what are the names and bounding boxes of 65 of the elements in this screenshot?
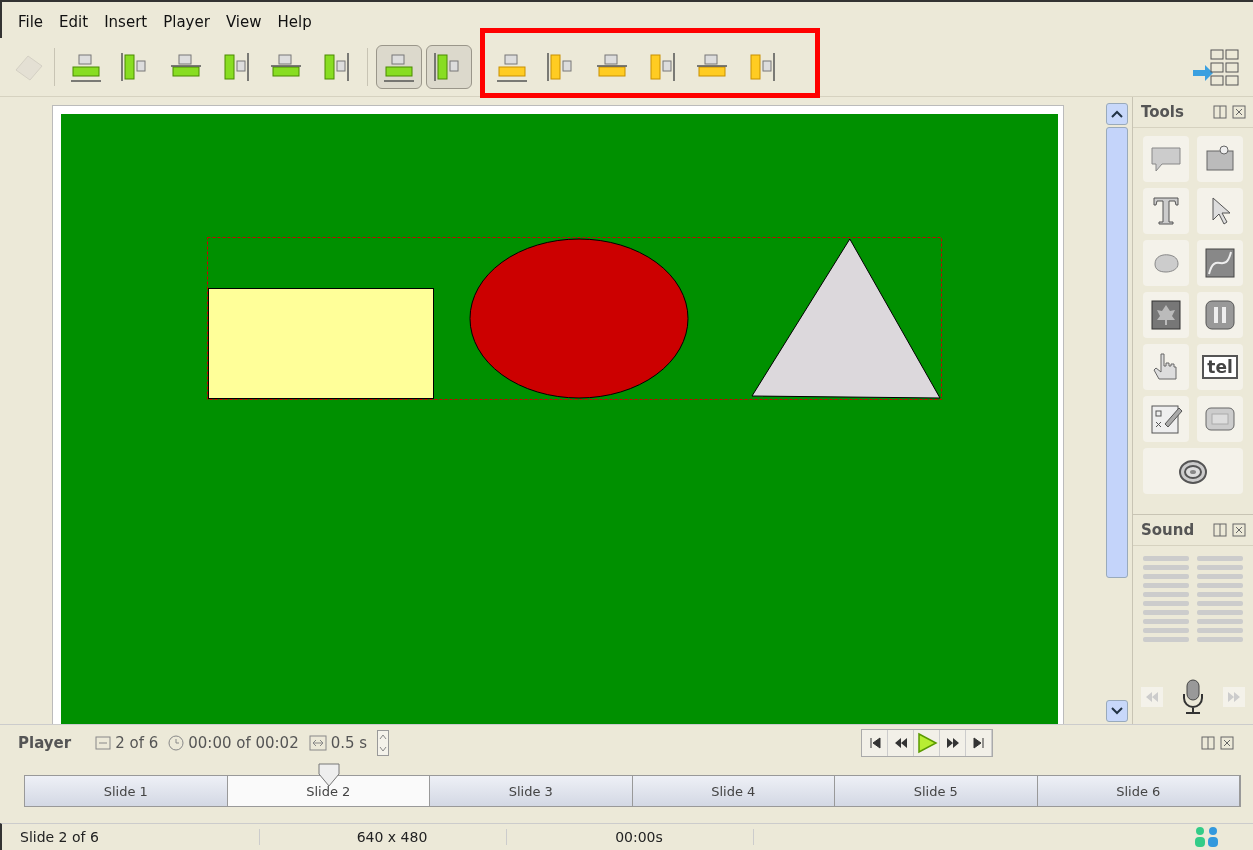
tool-button[interactable] (1143, 448, 1243, 494)
play-icon (915, 732, 938, 754)
status-text: Slide 2 of 6 (2, 829, 260, 845)
tool-button[interactable] (1197, 136, 1243, 182)
image-icon (1149, 298, 1183, 332)
panel-controls-icon[interactable] (1213, 105, 1247, 119)
skip-end-icon (972, 737, 985, 749)
align-button[interactable] (376, 45, 422, 89)
caret-down-icon (1111, 707, 1123, 715)
caret-up-icon (1111, 110, 1123, 118)
panel-title: Player (18, 734, 72, 752)
slide-icon (95, 736, 112, 750)
panel-title: Sound (1141, 521, 1195, 539)
align-button[interactable] (426, 45, 472, 89)
first-slide-button[interactable] (862, 730, 888, 756)
delay-value: 0.5 s (330, 734, 368, 752)
fast-forward-icon (1227, 691, 1241, 703)
rectangle-shape[interactable] (208, 288, 434, 399)
text-field-icon: tel (1202, 355, 1238, 379)
rewind-icon (893, 737, 908, 749)
status-text: 00:00s (507, 829, 754, 845)
tool-button[interactable] (1143, 188, 1189, 234)
scrollbar-thumb[interactable] (1106, 127, 1128, 578)
last-slide-button[interactable] (966, 730, 992, 756)
scroll-down-button[interactable] (1106, 700, 1128, 722)
menu-item[interactable]: Edit (53, 11, 95, 33)
spinner-icon[interactable] (377, 730, 390, 756)
curve-icon (1203, 246, 1237, 280)
microphone-icon[interactable] (1181, 678, 1205, 716)
scroll-up-button[interactable] (1106, 103, 1128, 125)
status-text: 640 x 480 (260, 829, 507, 845)
layout-arrow-icon[interactable] (1191, 46, 1241, 88)
slide-tab[interactable]: Slide 4 (632, 776, 835, 806)
width-icon (308, 735, 327, 751)
slide-tab[interactable]: Slide 2 (227, 776, 430, 806)
clock-icon (168, 735, 185, 751)
tool-button[interactable] (1197, 292, 1243, 338)
skip-start-icon (868, 737, 881, 749)
forward-button[interactable] (940, 730, 966, 756)
menu-item[interactable]: Player (157, 11, 216, 33)
time-display: 00:00 of 00:02 (188, 734, 299, 752)
rewind-button[interactable] (888, 730, 914, 756)
pause-icon (1203, 298, 1237, 332)
slide-tab[interactable]: Slide 6 (1037, 776, 1240, 806)
fast-forward-icon (945, 737, 960, 749)
panel-title: Tools (1141, 103, 1184, 121)
rewind-icon (1145, 691, 1159, 703)
menu-item[interactable]: File (12, 11, 50, 33)
tool-button[interactable] (1143, 396, 1189, 442)
menu-item[interactable]: View (219, 11, 268, 33)
menu-item[interactable]: Insert (98, 11, 154, 33)
panel-controls-icon[interactable] (1201, 736, 1235, 750)
slide-tab[interactable]: Slide 5 (835, 776, 1038, 806)
tool-button[interactable] (1143, 292, 1189, 338)
ellipse-shape[interactable] (469, 238, 689, 399)
checklist-icon (1149, 402, 1183, 436)
slide-tab[interactable]: Slide 1 (25, 776, 228, 806)
playhead-marker[interactable] (316, 762, 341, 788)
slide-count: 2 of 6 (115, 734, 159, 752)
panel-controls-icon[interactable] (1213, 523, 1247, 537)
menu-item[interactable]: Help (271, 11, 318, 33)
tool-button[interactable] (1197, 240, 1243, 286)
tool-button[interactable]: tel (1197, 344, 1243, 390)
slide-tab[interactable]: Slide 3 (430, 776, 633, 806)
triangle-shape[interactable] (751, 238, 941, 399)
